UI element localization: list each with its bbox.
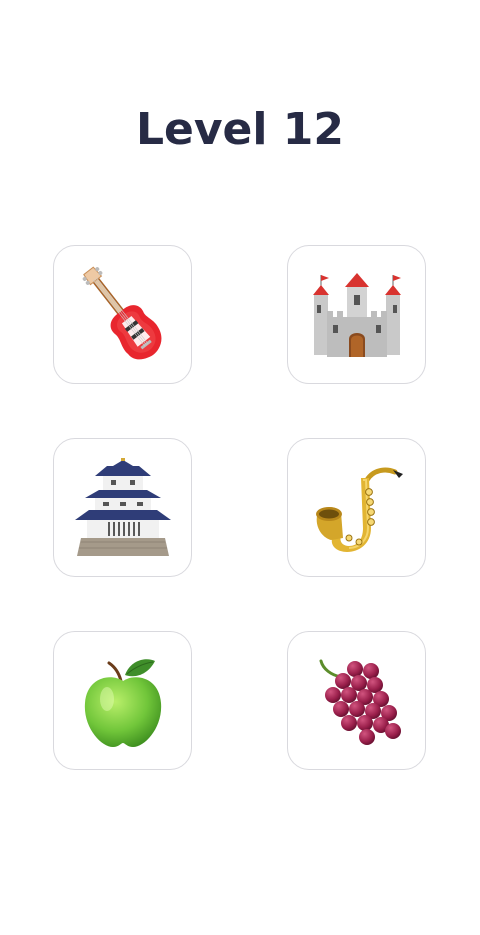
card-grapes[interactable] [287, 631, 426, 770]
grapes-icon [319, 659, 401, 745]
card-castle[interactable] [287, 245, 426, 384]
card-japanese-castle[interactable] [53, 438, 192, 577]
card-guitar[interactable] [53, 245, 192, 384]
card-saxophone[interactable] [287, 438, 426, 577]
european-castle-icon [312, 272, 401, 357]
emoji-grid [0, 0, 480, 935]
green-apple-icon [84, 658, 161, 747]
electric-guitar-icon [82, 266, 161, 359]
japanese-castle-icon [74, 457, 171, 556]
card-green-apple[interactable] [53, 631, 192, 770]
saxophone-icon [315, 467, 403, 552]
